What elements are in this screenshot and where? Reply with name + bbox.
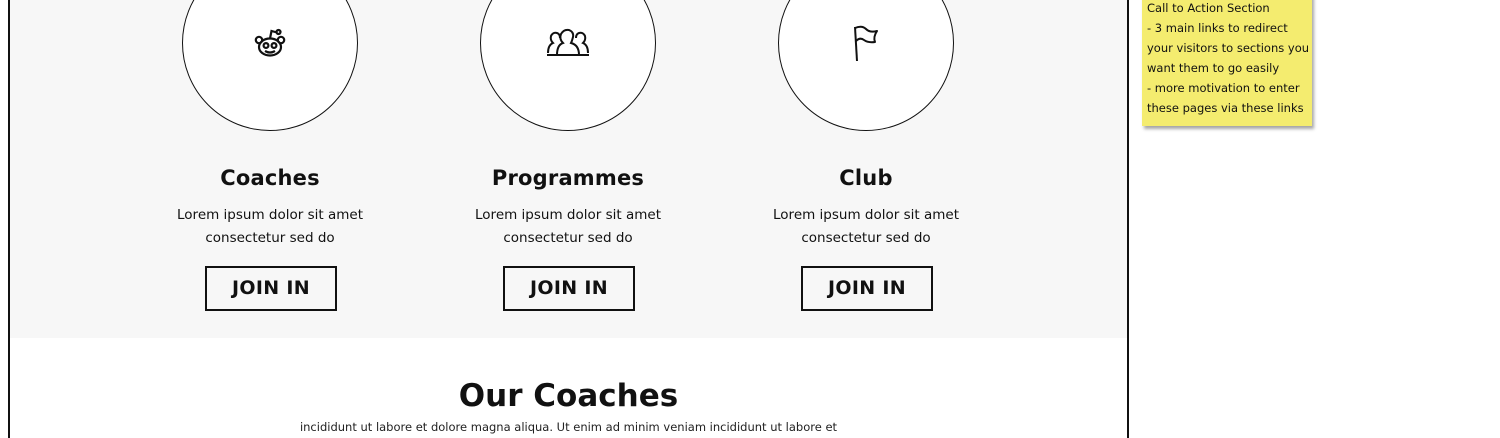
join-in-button-coaches[interactable]: JOIN IN: [205, 266, 337, 311]
card-title: Club: [839, 166, 893, 190]
join-in-button-programmes[interactable]: JOIN IN: [503, 266, 635, 311]
card-description-line: consectetur sed do: [205, 230, 335, 246]
card-description: Lorem ipsum dolor sit amet consectetur s…: [418, 204, 718, 250]
icon-circle: [182, 0, 358, 131]
sticky-note-line: these pages via these links: [1147, 101, 1304, 115]
sticky-note-line: - more motivation to enter: [1147, 81, 1300, 95]
sticky-note-line: - 3 main links to redirect: [1147, 21, 1288, 35]
card-description-line: Lorem ipsum dolor sit amet: [177, 207, 363, 223]
our-coaches-heading: Our Coaches: [458, 378, 679, 414]
sticky-note-line: Call to Action Section: [1147, 1, 1270, 15]
group-icon: [547, 28, 589, 56]
card-title: Programmes: [491, 166, 645, 190]
reddit-alien-icon: [254, 28, 286, 57]
cta-section: Coaches Lorem ipsum dolor sit amet conse…: [10, 0, 1127, 338]
card-description-line: consectetur sed do: [801, 230, 931, 246]
sticky-note: Call to Action Section - 3 main links to…: [1142, 0, 1312, 126]
card-description-line: Lorem ipsum dolor sit amet: [773, 207, 959, 223]
card-description: Lorem ipsum dolor sit amet consectetur s…: [120, 204, 420, 250]
flag-icon: [854, 25, 878, 62]
card-description: Lorem ipsum dolor sit amet consectetur s…: [716, 204, 1016, 250]
card-description-line: Lorem ipsum dolor sit amet: [475, 207, 661, 223]
sticky-note-line: want them to go easily: [1147, 61, 1280, 75]
our-coaches-text: incididunt ut labore et dolore magna ali…: [299, 420, 838, 434]
sticky-note-line: your visitors to sections you: [1147, 41, 1310, 55]
card-title: Coaches: [220, 166, 320, 190]
card-description-line: consectetur sed do: [503, 230, 633, 246]
icon-circle: [480, 0, 656, 131]
icon-circle: [778, 0, 954, 131]
join-in-button-club[interactable]: JOIN IN: [801, 266, 933, 311]
